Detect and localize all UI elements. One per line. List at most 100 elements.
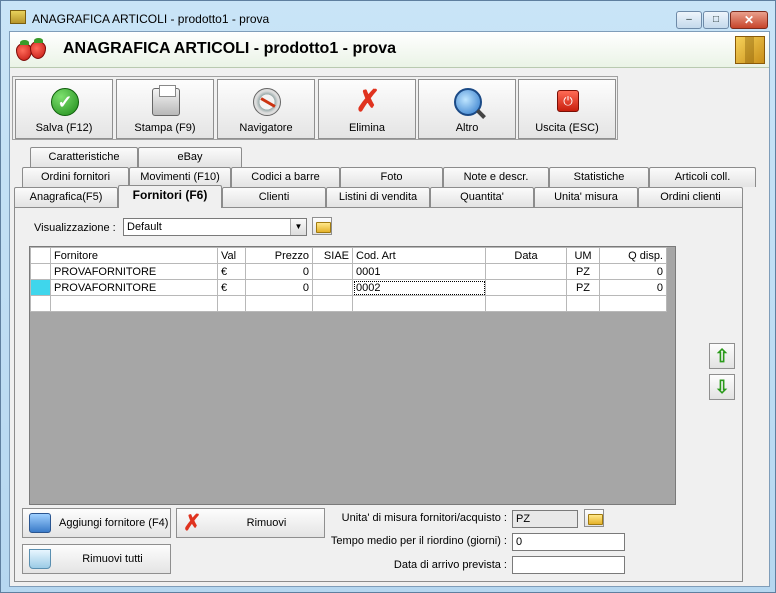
row-indicator[interactable] [30,263,51,280]
column-header-um[interactable]: UM [566,247,600,264]
tempo-riordino-field[interactable]: 0 [512,533,625,551]
tab-clienti[interactable]: Clienti [222,187,326,207]
exit-button-label: Uscita (ESC) [535,122,599,134]
application-window: ANAGRAFICA ARTICOLI - prodotto1 - prova … [0,0,776,593]
tab-articoli-coll[interactable]: Articoli coll. [649,167,756,187]
folder-icon[interactable] [312,217,332,235]
row-indicator[interactable] [30,295,51,312]
header-band: ANAGRAFICA ARTICOLI - prodotto1 - prova [10,32,769,68]
compass-icon [253,88,281,116]
maximize-button[interactable]: □ [703,11,729,29]
navigator-button[interactable]: Navigatore [217,79,315,139]
cell-prezzo[interactable]: 0 [245,263,313,280]
column-header-fornitore[interactable]: Fornitore [50,247,218,264]
save-button[interactable]: ✓ Salva (F12) [15,79,113,139]
tab-listini-di-vendita[interactable]: Listini di vendita [326,187,430,207]
tab-ordini-clienti[interactable]: Ordini clienti [638,187,743,207]
cell-val[interactable]: € [217,279,246,296]
cell-siae[interactable] [312,263,353,280]
remove-label: Rimuovi [246,517,287,529]
move-up-button[interactable]: ⇧ [709,343,735,369]
tab-movimenti[interactable]: Movimenti (F10) [129,167,231,187]
cell-empty[interactable] [50,295,218,312]
minimize-button[interactable]: – [676,11,702,29]
cell-empty[interactable] [485,295,567,312]
power-icon: ⏻ [557,90,579,112]
cell-cod-art[interactable]: 0001 [352,263,486,280]
box-icon [735,36,765,64]
tempo-riordino-label: Tempo medio per il riordino (giorni) : [330,535,507,547]
cell-um[interactable]: PZ [566,263,600,280]
exit-button[interactable]: ⏻ Uscita (ESC) [518,79,616,139]
tab-anagrafica[interactable]: Anagrafica(F5) [14,187,118,207]
selected-row-marker [31,280,50,295]
tab-caratteristiche[interactable]: Caratteristiche [30,147,138,167]
column-header-data[interactable]: Data [485,247,567,264]
data-arrivo-label: Data di arrivo prevista : [393,559,507,571]
row-indicator[interactable] [30,279,51,296]
cell-prezzo[interactable]: 0 [245,279,313,296]
tab-fornitori[interactable]: Fornitori (F6) [118,185,222,208]
fornitori-panel: Visualizzazione : Default ▼ Fornitore Va… [14,207,743,582]
cell-um[interactable]: PZ [566,279,600,296]
remove-button[interactable]: ✗ Rimuovi [176,508,325,538]
tab-ebay[interactable]: eBay [138,147,242,167]
red-x-icon: ✗ [183,510,202,535]
strawberry-icon [16,38,50,63]
cell-val[interactable]: € [217,263,246,280]
window-title: ANAGRAFICA ARTICOLI - prodotto1 - prova [32,12,270,26]
check-icon: ✓ [51,88,79,116]
cell-siae[interactable] [312,279,353,296]
close-button[interactable]: ✕ [730,11,768,29]
cell-fornitore[interactable]: PROVAFORNITORE [50,279,218,296]
tab-quantita[interactable]: Quantita' [430,187,534,207]
um-label: Unita' di misura fornitori/acquisto : [341,512,507,524]
delete-button[interactable]: ✗ Elimina [318,79,416,139]
table-row-selected[interactable]: PROVAFORNITORE € 0 0002 PZ 0 [30,279,667,296]
tab-ordini-fornitori[interactable]: Ordini fornitori [22,167,129,187]
data-arrivo-field[interactable] [512,556,625,574]
cell-q-disp[interactable]: 0 [599,263,667,280]
visualizzazione-value: Default [127,221,162,233]
chevron-down-icon[interactable]: ▼ [290,219,306,235]
cell-empty[interactable] [599,295,667,312]
folder-icon[interactable] [584,509,604,527]
visualizzazione-select[interactable]: Default ▼ [123,218,307,236]
tab-codici-a-barre[interactable]: Codici a barre [231,167,340,187]
title-bar[interactable]: ANAGRAFICA ARTICOLI - prodotto1 - prova … [1,1,775,31]
tab-unita-misura[interactable]: Unita' misura [534,187,638,207]
cell-data[interactable] [485,263,567,280]
cell-data[interactable] [485,279,567,296]
cell-fornitore[interactable]: PROVAFORNITORE [50,263,218,280]
column-header-val[interactable]: Val [217,247,246,264]
cell-empty[interactable] [245,295,313,312]
cell-cod-art-focused[interactable]: 0002 [352,279,486,296]
add-supplier-button[interactable]: Aggiungi fornitore (F4) [22,508,171,538]
arrow-down-icon: ⇩ [714,377,730,397]
table-row[interactable]: PROVAFORNITORE € 0 0001 PZ 0 [30,263,667,280]
other-button[interactable]: Altro [418,79,516,139]
print-button[interactable]: Stampa (F9) [116,79,214,139]
tab-note-e-descr[interactable]: Note e descr. [443,167,549,187]
tab-foto[interactable]: Foto [340,167,443,187]
table-row-empty[interactable] [30,295,667,312]
save-button-label: Salva (F12) [35,122,93,134]
remove-all-button[interactable]: Rimuovi tutti [22,544,171,574]
cell-empty[interactable] [352,295,486,312]
cell-empty[interactable] [312,295,353,312]
column-header-cod-art[interactable]: Cod. Art [352,247,486,264]
um-field[interactable]: PZ [512,510,578,528]
arrow-up-icon: ⇧ [714,346,730,366]
tab-statistiche[interactable]: Statistiche [549,167,649,187]
magnifier-icon [454,88,482,116]
column-header-siae[interactable]: SIAE [312,247,353,264]
move-down-button[interactable]: ⇩ [709,374,735,400]
suppliers-table: Fornitore Val Prezzo SIAE Cod. Art Data … [30,247,667,312]
remove-all-label: Rimuovi tutti [82,553,143,565]
cell-empty[interactable] [217,295,246,312]
cell-empty[interactable] [566,295,600,312]
suppliers-grid[interactable]: Fornitore Val Prezzo SIAE Cod. Art Data … [29,246,676,505]
cell-q-disp[interactable]: 0 [599,279,667,296]
column-header-q-disp[interactable]: Q disp. [599,247,667,264]
column-header-prezzo[interactable]: Prezzo [245,247,313,264]
